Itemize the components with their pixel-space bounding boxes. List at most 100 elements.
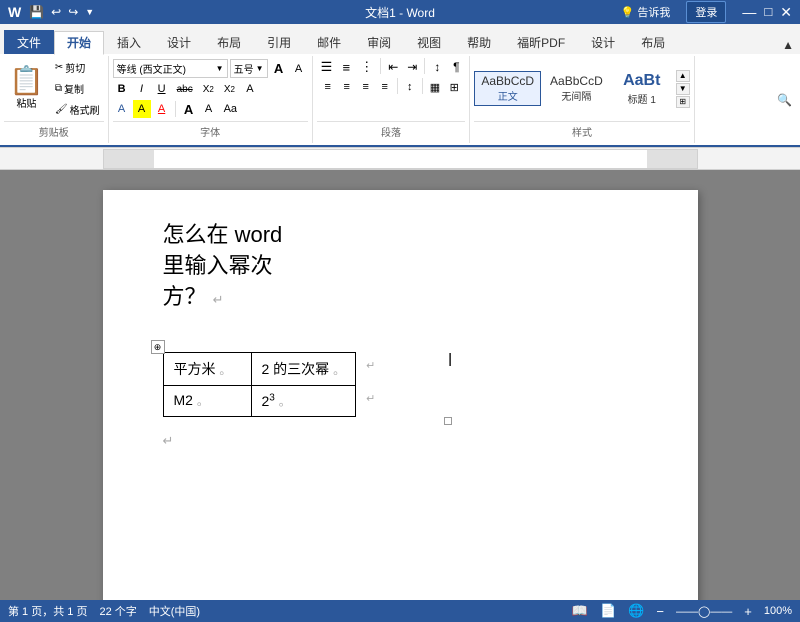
align-center-button[interactable]: ≡ [338, 78, 356, 96]
language[interactable]: 中文(中国) [149, 603, 200, 619]
font-size-increase2[interactable]: A [180, 100, 198, 118]
tab-insert[interactable]: 插入 [104, 30, 154, 54]
decrease-indent-button[interactable]: ⇤ [384, 58, 402, 76]
minimize-button[interactable]: — [742, 4, 756, 21]
word-count[interactable]: 22 个字 [99, 603, 136, 619]
view-read-button[interactable]: 📖 [572, 603, 588, 619]
tell-me-label[interactable]: 💡 告诉我 [621, 4, 671, 20]
cut-button[interactable]: ✂ 剪切 [51, 58, 104, 77]
ribbon-display-icon[interactable]: ▲ [776, 36, 800, 54]
table-resize-handle[interactable] [444, 417, 452, 425]
table-row-end-mark-1: ↵ [356, 353, 444, 386]
quick-access-toolbar: W 💾 ↩ ↪ ▼ [8, 4, 97, 20]
superscript-button[interactable]: X2 [220, 80, 239, 98]
styles-expand[interactable]: ⊞ [676, 96, 690, 108]
tab-review[interactable]: 审阅 [354, 30, 404, 54]
table-cell-1-1[interactable]: 平方米 。 [163, 353, 251, 386]
tab-layout2[interactable]: 布局 [628, 30, 678, 54]
font-size-selector[interactable]: 五号 ▼ [230, 59, 268, 78]
decrease-font-button[interactable]: A [290, 60, 308, 78]
font-selector[interactable]: 等线 (西文正文) ▼ [113, 59, 228, 78]
zoom-slider[interactable]: ——◯—— [676, 605, 732, 618]
tab-layout[interactable]: 布局 [204, 30, 254, 54]
sort-button[interactable]: ↕ [428, 58, 446, 76]
borders-button[interactable]: ⊞ [445, 78, 463, 96]
clipboard-label: 剪贴板 [4, 121, 104, 141]
styles-scroll-down[interactable]: ▼ [676, 83, 690, 95]
tab-mailings[interactable]: 邮件 [304, 30, 354, 54]
zoom-in-button[interactable]: + [744, 604, 752, 619]
document-heading[interactable]: 怎么在 word 里输入幂次 方？ ↵ [163, 220, 638, 312]
style-no-spacing[interactable]: AaBbCcD 无间隔 [543, 71, 610, 106]
tab-view[interactable]: 视图 [404, 30, 454, 54]
multilevel-list-button[interactable]: ⋮ [356, 58, 377, 76]
text-effect-button[interactable]: A [113, 100, 131, 118]
show-marks-button[interactable]: ¶ [447, 58, 465, 76]
view-print-button[interactable]: 📄 [600, 603, 616, 619]
ribbon-content: 📋 粘贴 ✂ 剪切 ⧉ 复制 🖌 [0, 54, 800, 147]
line-spacing-button[interactable]: ↕ [401, 78, 419, 96]
table-container[interactable]: ⊕ 平方米 。 2 的三次幂 。 ↵ M2 。 [163, 352, 445, 417]
italic-button[interactable]: I [133, 80, 151, 98]
cell-para-mark-2-2: 。 [279, 395, 291, 409]
close-button[interactable]: ✕ [780, 4, 792, 21]
tab-foxitpdf[interactable]: 福昕PDF [504, 30, 578, 54]
tab-home[interactable]: 开始 [54, 31, 104, 55]
tab-help[interactable]: 帮助 [454, 30, 504, 54]
style-normal[interactable]: AaBbCcD 正文 [474, 71, 541, 106]
underline-button[interactable]: U [153, 80, 171, 98]
ribbon: 文件 开始 插入 设计 布局 引用 邮件 审阅 视图 帮助 福昕PDF 设计 布… [0, 24, 800, 148]
style-heading1[interactable]: AaBt 标题 1 [612, 68, 672, 108]
font-color-button[interactable]: A [153, 100, 171, 118]
numbered-list-button[interactable]: ≡ [337, 58, 355, 76]
highlight-color-button[interactable]: A [133, 100, 151, 118]
clipboard-group: 📋 粘贴 ✂ 剪切 ⧉ 复制 🖌 [0, 56, 109, 143]
table-move-handle[interactable]: ⊕ [151, 340, 165, 354]
align-right-button[interactable]: ≡ [357, 78, 375, 96]
bullet-list-button[interactable]: ☰ [317, 58, 337, 76]
table-cell-2-2[interactable]: 23 。 [251, 386, 356, 417]
cut-icon: ✂ [55, 62, 63, 73]
justify-button[interactable]: ≡ [376, 78, 394, 96]
view-web-button[interactable]: 🌐 [628, 603, 644, 619]
tab-design[interactable]: 设计 [154, 30, 204, 54]
increase-indent-button[interactable]: ⇥ [403, 58, 421, 76]
paste-icon: 📋 [9, 67, 44, 95]
tab-references[interactable]: 引用 [254, 30, 304, 54]
undo-icon[interactable]: ↩ [51, 5, 61, 19]
table-cell-2-1[interactable]: M2 。 [163, 386, 251, 417]
strikethrough-button[interactable]: abc [173, 80, 197, 98]
bold-button[interactable]: B [113, 80, 131, 98]
table-cell-1-2[interactable]: 2 的三次幂 。 [251, 353, 356, 386]
zoom-level[interactable]: 100% [764, 605, 792, 617]
zoom-out-button[interactable]: − [656, 604, 664, 619]
subscript-button[interactable]: X2 [199, 80, 218, 98]
styles-scroll-up[interactable]: ▲ [676, 70, 690, 82]
shading-button[interactable]: ▦ [426, 78, 444, 96]
paste-button[interactable]: 📋 粘贴 [4, 64, 49, 113]
ruler-area [0, 148, 800, 170]
font-size-decrease2[interactable]: A [200, 100, 218, 118]
empty-paragraph[interactable] [163, 312, 638, 332]
increase-font-button[interactable]: A [270, 60, 288, 78]
customize-icon[interactable]: ▼ [85, 7, 94, 17]
document-area[interactable]: 怎么在 word 里输入幂次 方？ ↵ ⊕ 平方米 。 2 的三次幂 。 [0, 170, 800, 600]
clear-format-button[interactable]: A [241, 80, 259, 98]
maximize-button[interactable]: □ [764, 4, 772, 21]
change-case-button[interactable]: Aa [220, 100, 241, 118]
save-icon[interactable]: 💾 [29, 5, 44, 19]
login-button[interactable]: 登录 [686, 1, 726, 23]
format-painter-button[interactable]: 🖌 格式刷 [51, 100, 104, 119]
table-row: M2 。 23 。 ↵ [163, 386, 444, 417]
post-table-paragraph[interactable]: ↵ [163, 432, 638, 450]
font-label: 字体 [113, 121, 308, 141]
tab-file[interactable]: 文件 [4, 30, 54, 54]
page-info[interactable]: 第 1 页，共 1 页 [8, 603, 87, 619]
paste-label: 粘贴 [16, 95, 36, 110]
document-table[interactable]: 平方米 。 2 的三次幂 。 ↵ M2 。 23 [163, 352, 445, 417]
align-left-button[interactable]: ≡ [319, 78, 337, 96]
redo-icon[interactable]: ↪ [68, 5, 78, 19]
document-page[interactable]: 怎么在 word 里输入幂次 方？ ↵ ⊕ 平方米 。 2 的三次幂 。 [103, 190, 698, 600]
tab-design2[interactable]: 设计 [578, 30, 628, 54]
copy-button[interactable]: ⧉ 复制 [51, 79, 104, 98]
